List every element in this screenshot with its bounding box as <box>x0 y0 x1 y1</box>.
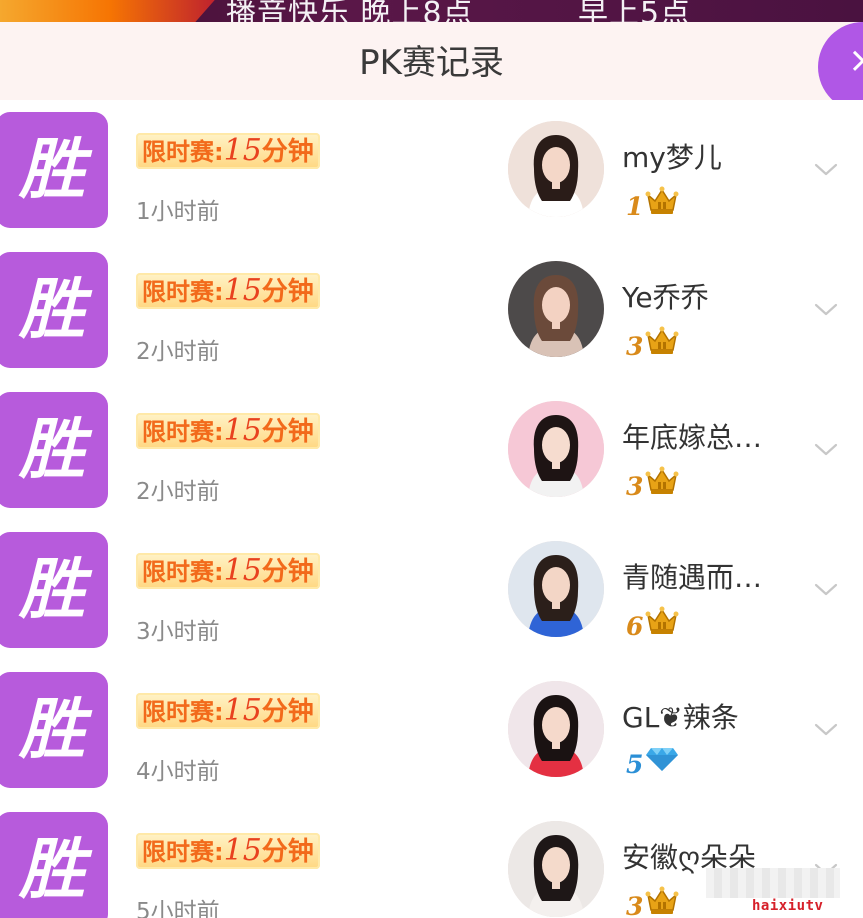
level-number: 5 <box>626 750 644 779</box>
mode-number: 15 <box>223 693 262 728</box>
opponent-name: 青随遇而… <box>622 561 763 594</box>
opponent-avatar[interactable] <box>508 121 604 217</box>
time-ago: 5小时前 <box>136 899 220 918</box>
opponent-avatar[interactable] <box>508 261 604 357</box>
chevron-down-icon[interactable] <box>814 578 838 602</box>
chevron-down-icon[interactable] <box>814 158 838 182</box>
opponent-avatar[interactable] <box>508 821 604 917</box>
mode-tag: 限时赛:15分钟 <box>136 833 320 869</box>
mode-unit: 分钟 <box>261 837 314 867</box>
mode-unit: 分钟 <box>261 697 314 727</box>
mode-prefix: 限时赛: <box>142 558 224 586</box>
result-badge: 胜 <box>0 812 108 918</box>
pk-record-row[interactable]: 胜 限时赛:15分钟 1小时前 my梦儿 1 <box>0 100 863 241</box>
pk-record-row[interactable]: 胜 限时赛:15分钟 4小时前 GL❦辣条 5 <box>0 660 863 801</box>
diamond-icon <box>645 746 679 784</box>
result-badge: 胜 <box>0 392 108 508</box>
opponent-level: 3 <box>626 886 679 918</box>
chevron-down-icon[interactable] <box>814 438 838 462</box>
opponent-avatar[interactable] <box>508 401 604 497</box>
result-badge: 胜 <box>0 672 108 788</box>
mode-tag: 限时赛:15分钟 <box>136 413 320 449</box>
result-badge-label: 胜 <box>19 411 85 488</box>
opponent-level: 5 <box>626 746 679 780</box>
close-icon: × <box>848 40 863 81</box>
opponent-avatar[interactable] <box>508 681 604 777</box>
crown-icon <box>645 466 679 508</box>
level-number: 3 <box>626 472 644 501</box>
pk-record-row[interactable]: 胜 限时赛:15分钟 2小时前 Ye乔乔 3 <box>0 240 863 381</box>
chevron-down-icon[interactable] <box>814 298 838 322</box>
opponent-level: 6 <box>626 606 679 641</box>
time-ago: 2小时前 <box>136 479 220 505</box>
mode-prefix: 限时赛: <box>142 838 224 866</box>
opponent-level: 3 <box>626 466 679 501</box>
result-badge: 胜 <box>0 112 108 228</box>
mode-unit: 分钟 <box>261 417 314 447</box>
title-bar: PK赛记录 × <box>0 22 863 112</box>
result-badge-label: 胜 <box>19 551 85 628</box>
mode-tag: 限时赛:15分钟 <box>136 693 320 729</box>
crown-icon <box>645 606 679 648</box>
watermark: haixiutv <box>752 898 824 914</box>
result-badge-label: 胜 <box>19 271 85 348</box>
promo-banner[interactable]: 播音快乐 晚上8点 早上5点 <box>0 0 863 22</box>
mode-tag: 限时赛:15分钟 <box>136 133 320 169</box>
result-badge-label: 胜 <box>19 131 85 208</box>
level-number: 6 <box>626 612 644 641</box>
time-ago: 1小时前 <box>136 199 220 225</box>
opponent-level: 3 <box>626 326 679 361</box>
pk-record-row[interactable]: 胜 限时赛:15分钟 2小时前 年底嫁总… 3 <box>0 380 863 521</box>
opponent-avatar[interactable] <box>508 541 604 637</box>
level-number: 1 <box>626 192 644 221</box>
time-ago: 4小时前 <box>136 759 220 785</box>
banner-text-end-time: 早上5点 <box>578 0 692 22</box>
mode-unit: 分钟 <box>261 557 314 587</box>
blurred-area <box>706 868 840 898</box>
pk-record-row[interactable]: 胜 限时赛:15分钟 5小时前 安徽ღ朵朵 3 <box>0 800 863 918</box>
mode-number: 15 <box>223 273 262 308</box>
opponent-level: 1 <box>626 186 679 221</box>
mode-number: 15 <box>223 133 262 168</box>
mode-number: 15 <box>223 833 262 868</box>
time-ago: 2小时前 <box>136 339 220 365</box>
result-badge: 胜 <box>0 532 108 648</box>
mode-number: 15 <box>223 413 262 448</box>
result-badge-label: 胜 <box>19 691 85 768</box>
crown-icon <box>645 326 679 368</box>
mode-unit: 分钟 <box>261 137 314 167</box>
opponent-name: GL❦辣条 <box>622 701 739 734</box>
opponent-name: 年底嫁总… <box>622 421 763 454</box>
time-ago: 3小时前 <box>136 619 220 645</box>
crown-icon <box>645 186 679 228</box>
result-badge-label: 胜 <box>19 831 85 908</box>
pk-record-screen: 播音快乐 晚上8点 早上5点 PK赛记录 × 胜 限时赛:15分钟 1小时前 <box>0 0 863 918</box>
banner-text-schedule: 播音快乐 晚上8点 <box>226 0 474 22</box>
banner-logo <box>0 0 220 22</box>
chevron-down-icon[interactable] <box>814 718 838 742</box>
mode-tag: 限时赛:15分钟 <box>136 273 320 309</box>
mode-prefix: 限时赛: <box>142 698 224 726</box>
mode-unit: 分钟 <box>261 277 314 307</box>
mode-tag: 限时赛:15分钟 <box>136 553 320 589</box>
result-badge: 胜 <box>0 252 108 368</box>
opponent-name: Ye乔乔 <box>622 281 709 314</box>
crown-icon <box>645 886 679 918</box>
mode-prefix: 限时赛: <box>142 278 224 306</box>
level-number: 3 <box>626 332 644 361</box>
pk-record-row[interactable]: 胜 限时赛:15分钟 3小时前 青随遇而… 6 <box>0 520 863 661</box>
opponent-name: my梦儿 <box>622 141 722 174</box>
level-number: 3 <box>626 892 644 918</box>
mode-prefix: 限时赛: <box>142 138 224 166</box>
mode-number: 15 <box>223 553 262 588</box>
page-title: PK赛记录 <box>359 43 504 83</box>
mode-prefix: 限时赛: <box>142 418 224 446</box>
